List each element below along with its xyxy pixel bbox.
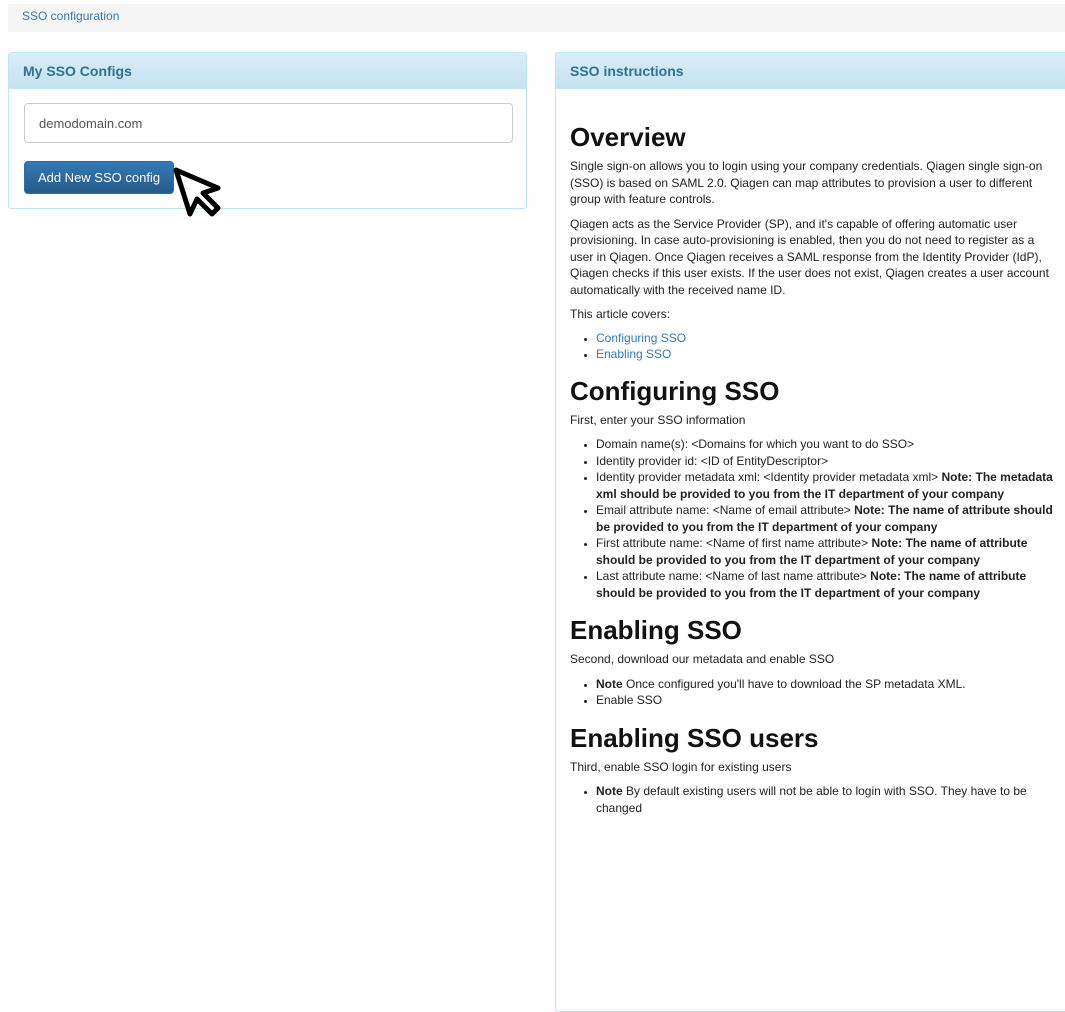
list-item: Domain name(s): <Domains for which you w…: [596, 436, 1056, 453]
list-item: Note Once configured you'll have to down…: [596, 676, 1056, 693]
add-new-sso-config-button[interactable]: Add New SSO config: [24, 161, 174, 194]
note-text: Note: [596, 784, 623, 798]
enabling-sso-users-heading: Enabling SSO users: [570, 722, 819, 753]
list-item: First attribute name: <Name of first nam…: [596, 535, 1056, 568]
users-list: Note By default existing users will not …: [570, 783, 1056, 816]
panel-title: My SSO Configs: [9, 53, 526, 89]
overview-paragraph: Single sign-on allows you to login using…: [570, 159, 1043, 206]
list-item: Enable SSO: [596, 692, 1056, 709]
config-fields-list: Domain name(s): <Domains for which you w…: [570, 436, 1056, 601]
list-item: Last attribute name: <Name of last name …: [596, 568, 1056, 601]
toc-item: Configuring SSO: [596, 330, 1056, 347]
toc-link-configuring-sso[interactable]: Configuring SSO: [596, 331, 686, 345]
covers-label: This article covers:: [570, 307, 671, 321]
panel-title: SSO instructions: [556, 53, 1065, 89]
enabling-intro: Second, download our metadata and enable…: [570, 652, 835, 666]
toc-item: Enabling SSO: [596, 346, 1056, 363]
overview-heading: Overview: [570, 122, 686, 152]
note-text: Note: [596, 676, 623, 691]
configuring-sso-heading: Configuring SSO: [570, 375, 780, 406]
list-item: Identity provider metadata xml: <Identit…: [596, 469, 1056, 502]
list-item: Note By default existing users will not …: [596, 783, 1056, 816]
sso-instructions-panel: SSO instructions Overview Single sign-on…: [555, 52, 1065, 1012]
toc-link-enabling-sso[interactable]: Enabling SSO: [596, 347, 671, 361]
breadcrumb: SSO configuration: [8, 4, 1065, 32]
overview-paragraph: Qiagen acts as the Service Provider (SP)…: [570, 216, 1049, 297]
list-item: Email attribute name: <Name of email att…: [596, 502, 1056, 535]
configuring-intro: First, enter your SSO information: [570, 412, 746, 427]
enabling-list: Note Once configured you'll have to down…: [570, 676, 1056, 709]
users-intro: Third, enable SSO login for existing use…: [570, 759, 792, 774]
list-item: Identity provider id: <ID of EntityDescr…: [596, 453, 1056, 470]
mouse-pointer-icon: [173, 167, 221, 217]
enabling-sso-heading: Enabling SSO: [570, 615, 742, 645]
breadcrumb-link-sso-configuration[interactable]: SSO configuration: [22, 9, 119, 23]
table-of-contents: Configuring SSO Enabling SSO: [570, 330, 1056, 363]
my-sso-configs-panel: My SSO Configs Add New SSO config: [8, 52, 527, 209]
domain-input[interactable]: [24, 103, 513, 143]
